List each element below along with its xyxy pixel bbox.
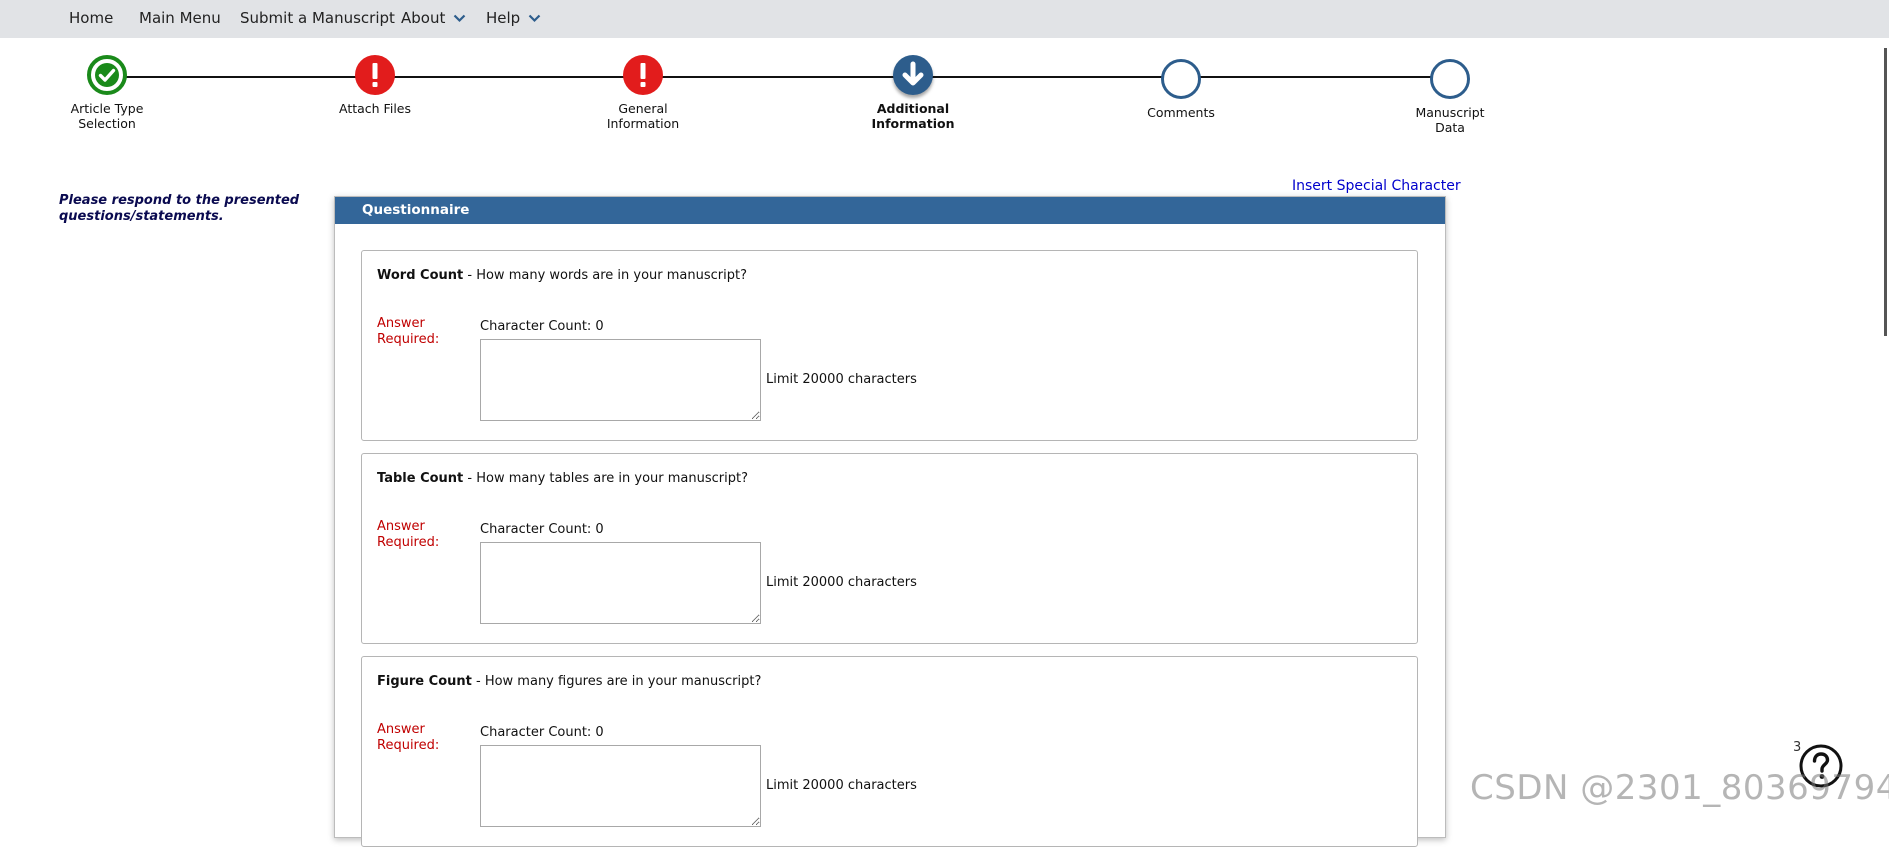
- step-label: General: [618, 101, 668, 116]
- question-figure-count: Figure Count - How many figures are in y…: [361, 656, 1418, 847]
- chevron-down-icon: [528, 0, 541, 37]
- figure-count-answer-input[interactable]: [480, 745, 761, 827]
- step-manuscript-data[interactable]: Manuscript Data: [1380, 59, 1520, 135]
- question-table-count: Table Count - How many tables are in you…: [361, 453, 1418, 644]
- step-label: Information: [606, 116, 680, 131]
- answer-required-label: Answer Required:: [377, 519, 439, 551]
- character-count: Character Count: 0: [480, 725, 604, 740]
- step-article-type-selection[interactable]: Article Type Selection: [37, 55, 177, 131]
- nav-about-label: About: [401, 9, 446, 27]
- step-general-information[interactable]: General Information: [573, 55, 713, 131]
- character-count: Character Count: 0: [480, 522, 604, 537]
- instructions-line: Please respond to the presented: [59, 193, 300, 208]
- nav-about[interactable]: About: [401, 0, 466, 38]
- instructions-line: questions/statements.: [59, 209, 224, 224]
- questionnaire-panel: Questionnaire Word Count - How many word…: [334, 196, 1446, 847]
- step-label: Selection: [78, 116, 136, 131]
- answer-required-label: Answer Required:: [377, 722, 439, 754]
- chevron-down-icon: [453, 0, 466, 37]
- step-comments[interactable]: Comments: [1111, 59, 1251, 120]
- step-additional-information[interactable]: Additional Information: [843, 55, 983, 131]
- question-word-count: Word Count - How many words are in your …: [361, 250, 1418, 441]
- character-limit: Limit 20000 characters: [766, 372, 917, 387]
- question-name: Word Count: [377, 268, 464, 283]
- character-limit: Limit 20000 characters: [766, 575, 917, 590]
- step-label: Information: [871, 116, 955, 131]
- nav-main-menu[interactable]: Main Menu: [139, 0, 221, 38]
- nav-home[interactable]: Home: [69, 0, 113, 38]
- step-label: Attach Files: [339, 101, 411, 116]
- insert-special-character-link[interactable]: Insert Special Character: [1292, 178, 1461, 194]
- answer-required-label: Answer Required:: [377, 316, 439, 348]
- step-label: Data: [1435, 120, 1465, 135]
- step-label: Additional: [876, 101, 950, 116]
- question-title: Word Count - How many words are in your …: [377, 268, 747, 283]
- required-line: Required:: [377, 332, 440, 347]
- required-line: Answer: [377, 519, 425, 534]
- arrow-down-icon: [893, 55, 933, 95]
- required-line: Required:: [377, 738, 440, 753]
- character-count: Character Count: 0: [480, 319, 604, 334]
- word-count-answer-input[interactable]: [480, 339, 761, 421]
- step-label: Comments: [1147, 105, 1215, 120]
- nav-help-label: Help: [486, 9, 521, 27]
- required-line: Required:: [377, 535, 440, 550]
- step-attach-files[interactable]: Attach Files: [305, 55, 445, 116]
- nav-submit-manuscript[interactable]: Submit a Manuscript: [240, 0, 395, 38]
- question-text: - How many figures are in your manuscrip…: [471, 674, 762, 689]
- required-line: Answer: [377, 722, 425, 737]
- error-icon: [355, 55, 395, 95]
- table-count-answer-input[interactable]: [480, 542, 761, 624]
- step-label: Article Type: [70, 101, 144, 116]
- nav-help[interactable]: Help: [486, 0, 541, 38]
- instructions-text: Please respond to the presented question…: [59, 193, 329, 225]
- required-line: Answer: [377, 316, 425, 331]
- question-name: Figure Count: [377, 674, 472, 689]
- checkmark-icon: [87, 55, 127, 95]
- question-title: Figure Count - How many figures are in y…: [377, 674, 761, 689]
- question-text: - How many words are in your manuscript?: [463, 268, 747, 283]
- top-navigation: Home Main Menu Submit a Manuscript About…: [0, 0, 1889, 38]
- step-label: Manuscript: [1415, 105, 1485, 120]
- watermark: CSDN @2301_80369794: [1470, 768, 1889, 808]
- scrollbar[interactable]: [1884, 48, 1887, 336]
- panel-header: Questionnaire: [335, 197, 1445, 224]
- empty-step-icon: [1161, 59, 1201, 99]
- question-text: - How many tables are in your manuscript…: [463, 471, 748, 486]
- error-icon: [623, 55, 663, 95]
- character-limit: Limit 20000 characters: [766, 778, 917, 793]
- empty-step-icon: [1430, 59, 1470, 99]
- question-name: Table Count: [377, 471, 464, 486]
- question-title: Table Count - How many tables are in you…: [377, 471, 748, 486]
